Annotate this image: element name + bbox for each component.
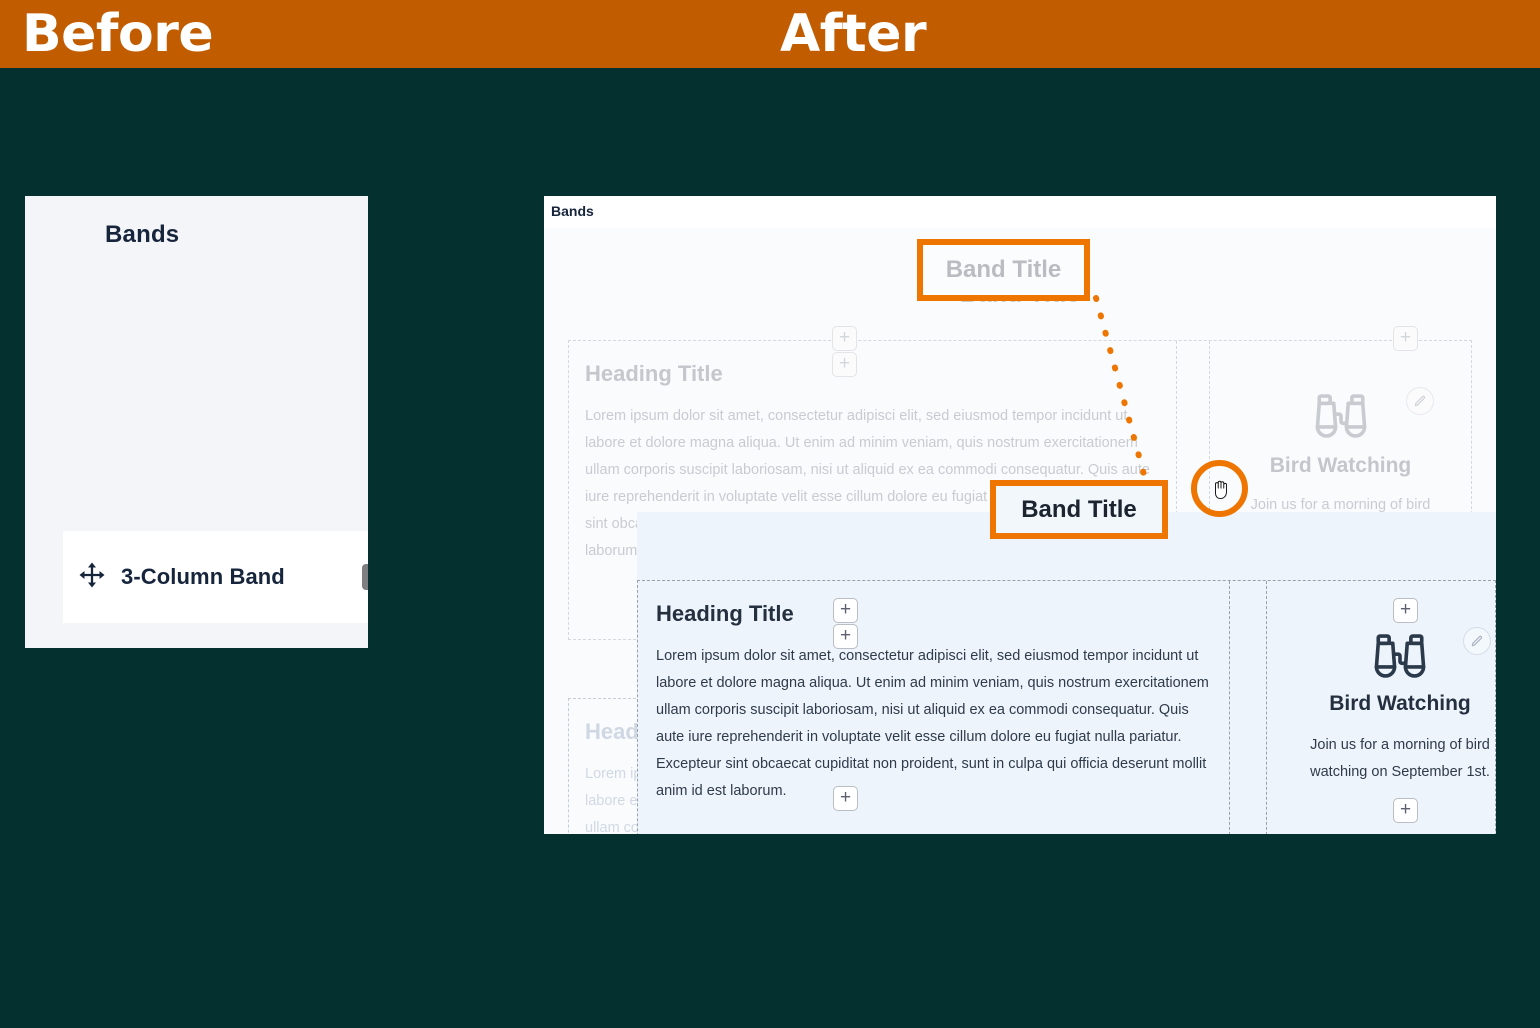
top-banner: Before After [0, 0, 1540, 68]
before-panel-title: Bands [105, 221, 180, 248]
dragged-bird-title[interactable]: Bird Watching [1285, 692, 1496, 716]
after-panel-title: Bands [551, 203, 594, 219]
add-element-button[interactable]: + [832, 326, 857, 351]
banner-after-label: After [780, 4, 927, 64]
dragged-bird-text[interactable]: Join us for a morning of bird watching o… [1285, 732, 1496, 786]
add-element-button[interactable]: + [1393, 326, 1418, 351]
pencil-icon[interactable] [1406, 387, 1434, 415]
callout-bottom-label: Band Title [1021, 495, 1137, 523]
move-icon[interactable] [77, 560, 107, 595]
add-element-button[interactable]: + [833, 786, 858, 811]
band-list-item-label: 3-Column Band [121, 564, 285, 589]
callout-band-title-after: Band Title [990, 480, 1168, 539]
dragged-column-3[interactable]: Bird Watching Join us for a morning of b… [1267, 581, 1496, 834]
callout-top-label: Band Title [945, 256, 1062, 283]
add-element-button[interactable]: + [1393, 598, 1418, 623]
before-panel: Bands 3-Column Band 3 3-Column Band 3 [25, 196, 368, 648]
binoculars-icon [1312, 394, 1370, 449]
add-element-button[interactable]: + [833, 598, 858, 623]
dragged-bird-block[interactable]: Bird Watching Join us for a morning of b… [1285, 627, 1496, 786]
dragged-band-overlay[interactable]: Heading Title Lorem ipsum dolor sit amet… [637, 512, 1496, 834]
dragged-heading-title[interactable]: Heading Title [656, 601, 1211, 627]
after-panel-header: Bands [544, 196, 1496, 228]
banner-before-label: Before [22, 4, 214, 64]
base-bird-title[interactable]: Bird Watching [1226, 454, 1455, 478]
dragged-band-grid: Heading Title Lorem ipsum dolor sit amet… [637, 580, 1496, 834]
callout-band-title-before: Band Title [917, 239, 1090, 301]
band-list-item-1[interactable]: 3-Column Band 3 [63, 531, 368, 623]
dragged-column-2[interactable] [1230, 581, 1267, 834]
dragged-body-text[interactable]: Lorem ipsum dolor sit amet, consectetur … [656, 643, 1211, 805]
add-element-button[interactable]: + [832, 352, 857, 377]
grab-hand-cursor [1210, 476, 1232, 502]
pencil-icon[interactable] [1463, 627, 1491, 655]
add-element-button[interactable]: + [833, 624, 858, 649]
binoculars-icon [1371, 634, 1429, 689]
add-element-button[interactable]: + [1393, 798, 1418, 823]
dragged-column-1[interactable]: Heading Title Lorem ipsum dolor sit amet… [638, 581, 1230, 834]
dotted-connector-line [1093, 295, 1149, 485]
band-column-count-badge: 3 [362, 564, 368, 590]
